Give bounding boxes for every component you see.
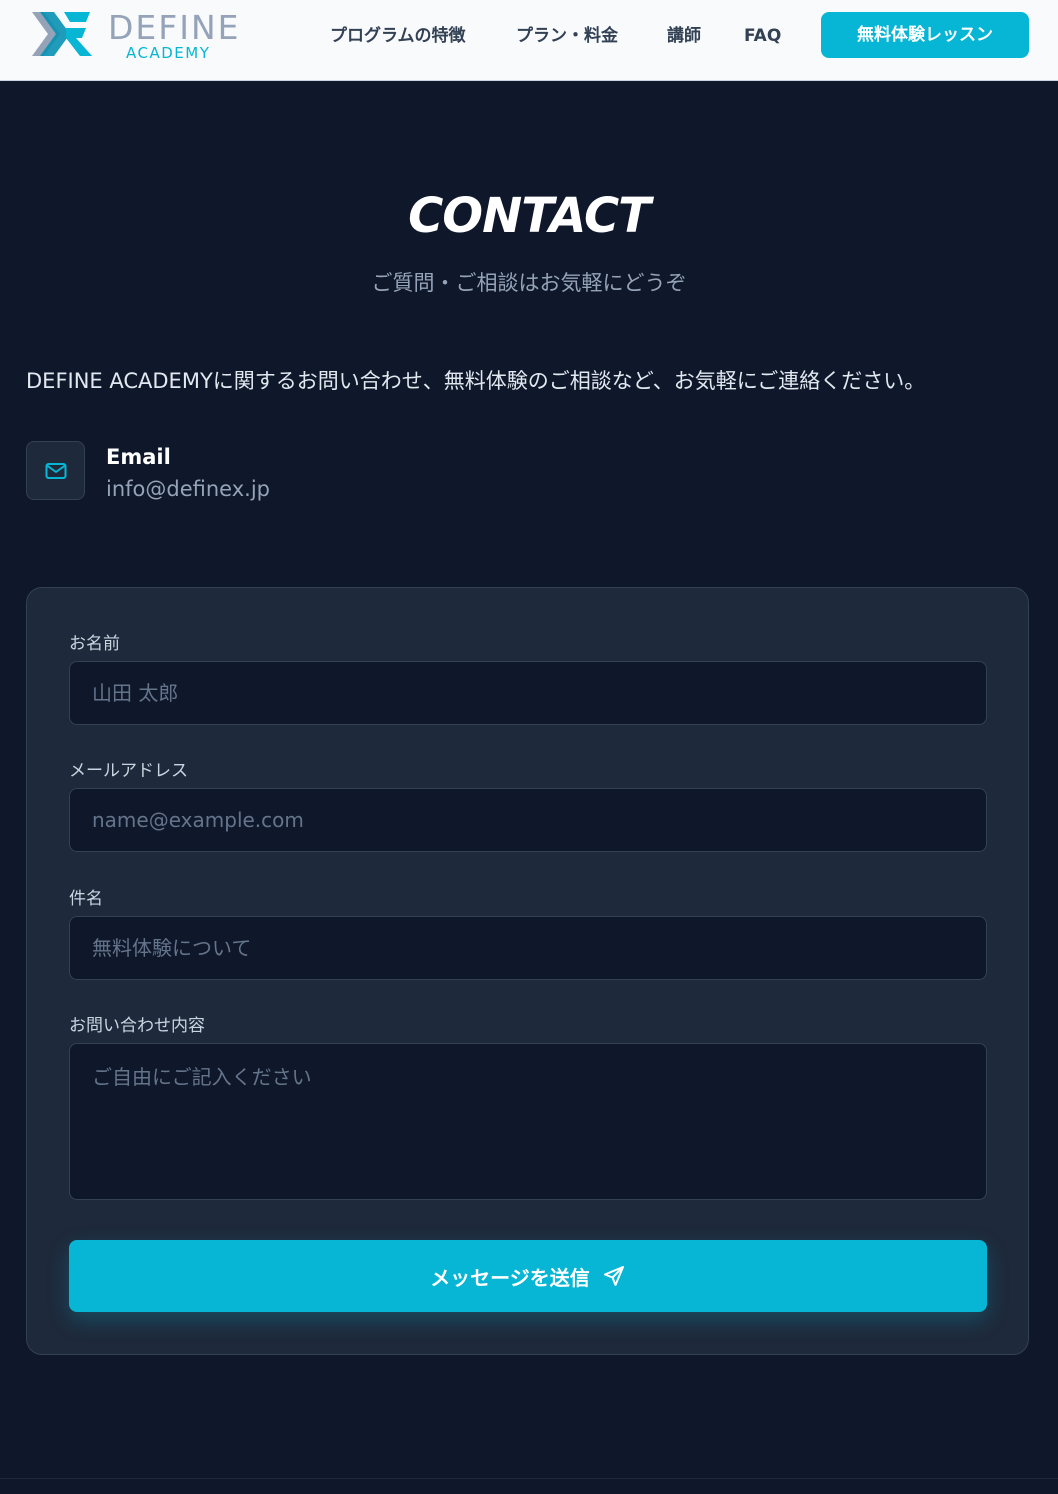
contact-form: お名前 メールアドレス 件名 お問い合わせ内容 メッセージを送信: [26, 587, 1029, 1355]
define-academy-logo[interactable]: DEFINE ACADEMY: [30, 8, 240, 64]
logo-mark-icon: [32, 12, 92, 56]
message-label: お問い合わせ内容: [69, 1016, 205, 1036]
message-textarea[interactable]: [69, 1043, 987, 1200]
email-input[interactable]: [69, 788, 987, 852]
email-icon-box: [26, 441, 85, 500]
email-field-label: メールアドレス: [69, 761, 188, 781]
nav-plans-pricing[interactable]: プラン・料金: [516, 24, 618, 48]
subject-label: 件名: [69, 889, 103, 909]
logo-name: DEFINE: [108, 8, 241, 47]
send-message-button[interactable]: メッセージを送信: [69, 1240, 987, 1312]
logo-sub: ACADEMY: [126, 44, 211, 62]
name-input[interactable]: [69, 661, 987, 725]
email-address-link[interactable]: info@definex.jp: [106, 475, 270, 503]
email-label: Email: [106, 445, 171, 469]
mail-icon: [45, 463, 67, 479]
page-title: CONTACT: [408, 188, 651, 244]
page-subtitle: ご質問・ご相談はお気軽にどうぞ: [371, 271, 687, 295]
name-label: お名前: [69, 634, 120, 654]
nav-instructors[interactable]: 講師: [667, 24, 701, 48]
nav-faq[interactable]: FAQ: [744, 24, 781, 48]
free-trial-button[interactable]: 無料体験レッスン: [821, 12, 1029, 58]
site-header: DEFINE ACADEMY プログラムの特徴 プラン・料金 講師 FAQ 無料…: [0, 0, 1058, 81]
nav-features[interactable]: プログラムの特徴: [330, 24, 466, 48]
footer-divider: [0, 1478, 1058, 1479]
send-button-label: メッセージを送信: [430, 1265, 590, 1290]
subject-input[interactable]: [69, 916, 987, 980]
intro-text: DEFINE ACADEMYに関するお問い合わせ、無料体験のご相談など、お気軽に…: [26, 369, 926, 393]
send-icon: [603, 1266, 624, 1286]
